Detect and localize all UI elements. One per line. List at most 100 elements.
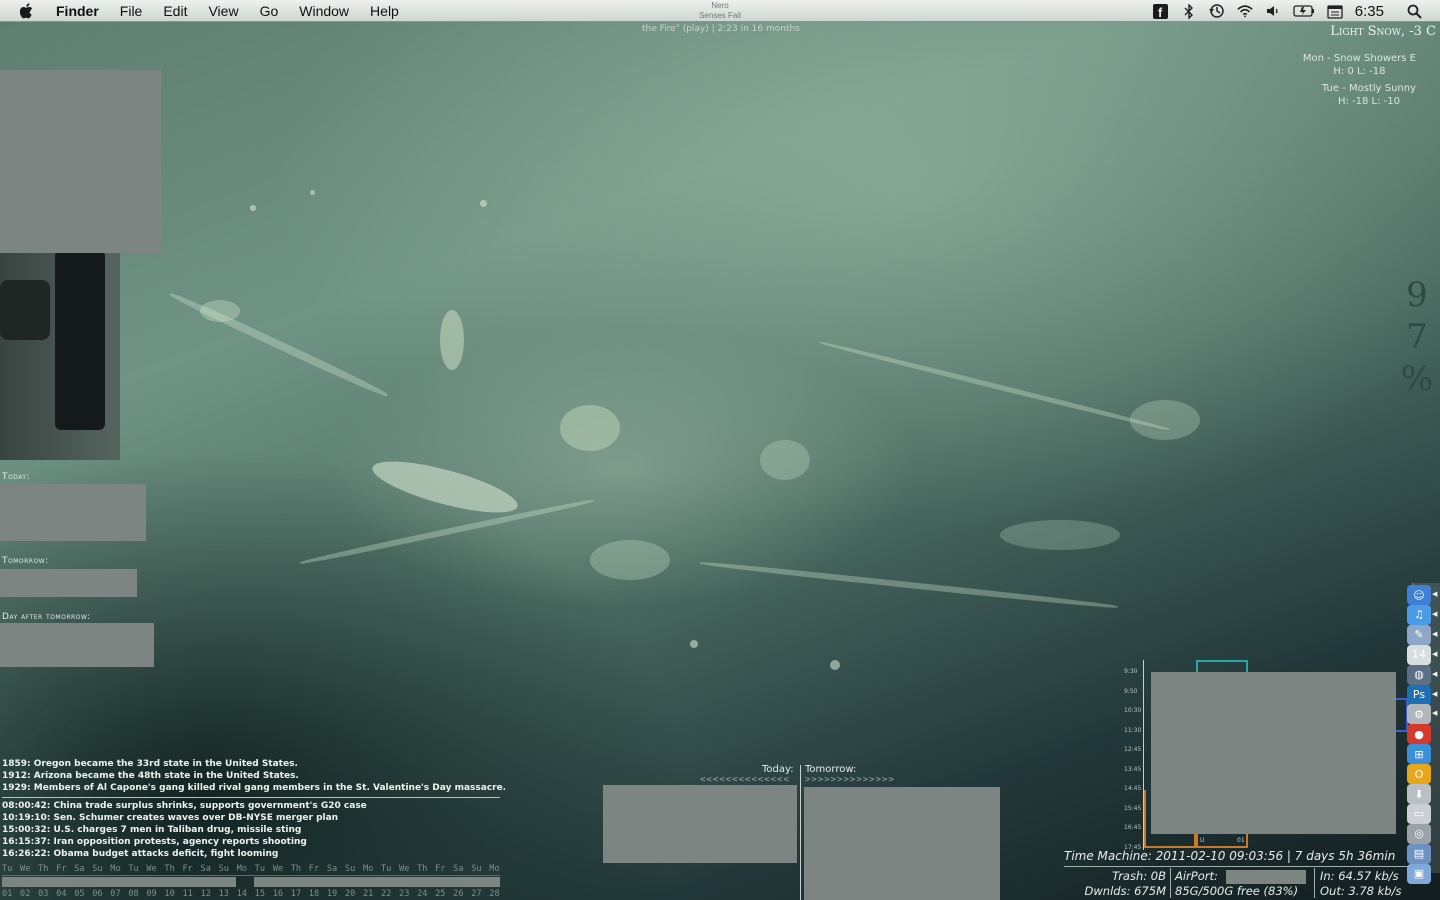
redacted-month-bar bbox=[2, 877, 236, 887]
menu-file[interactable]: File bbox=[120, 3, 143, 19]
day-cell[interactable]: 24 bbox=[417, 889, 427, 899]
news-line[interactable]: 10:19:10: Sen. Schumer creates waves ove… bbox=[2, 812, 500, 824]
photoshop-icon[interactable]: Ps bbox=[1407, 684, 1431, 705]
time-machine-status: Time Machine: 2011-02-10 09:03:56 | 7 da… bbox=[1064, 849, 1396, 863]
day-cell[interactable]: 23 bbox=[399, 889, 409, 899]
weekday-cell: Th bbox=[417, 864, 428, 874]
day-cell[interactable]: 07 bbox=[110, 889, 120, 899]
weekday-cell: Fr bbox=[56, 864, 67, 874]
day-cell[interactable]: 26 bbox=[453, 889, 463, 899]
news-line[interactable]: 16:15:37: Iran opposition protests, agen… bbox=[2, 836, 500, 848]
weekday-cell: We bbox=[146, 864, 157, 874]
day-cell[interactable]: 15 bbox=[255, 889, 265, 899]
bluetooth-icon[interactable] bbox=[1181, 3, 1197, 19]
weekday-cell: We bbox=[272, 864, 284, 874]
folder-icon[interactable]: ▣ bbox=[1407, 863, 1431, 884]
redacted-today-events bbox=[0, 484, 146, 541]
day-cell[interactable]: 09 bbox=[146, 889, 156, 899]
day-cell[interactable]: 05 bbox=[74, 889, 84, 899]
day-cell[interactable]: 28 bbox=[489, 889, 499, 899]
weekday-cell: Fr bbox=[308, 864, 320, 874]
humidity-readout: 9 7 % bbox=[1400, 274, 1434, 400]
airport-label: AirPort: bbox=[1175, 869, 1218, 883]
harddisk-icon[interactable]: ▭ bbox=[1407, 803, 1431, 824]
day-cell[interactable]: 27 bbox=[471, 889, 481, 899]
apple-menu-icon[interactable] bbox=[16, 0, 38, 22]
weekday-cell: We bbox=[20, 864, 31, 874]
desktop-icon[interactable]: ▤ bbox=[1407, 843, 1431, 864]
volume-icon[interactable] bbox=[1265, 3, 1281, 19]
menu-clock[interactable]: 6:35 bbox=[1355, 3, 1384, 20]
menu-edit[interactable]: Edit bbox=[163, 3, 187, 19]
menu-app-name[interactable]: Finder bbox=[56, 3, 99, 19]
history-line: 1929: Members of Al Capone's gang killed… bbox=[2, 783, 507, 793]
calendar-menu-icon[interactable] bbox=[1327, 3, 1343, 19]
dock-running-indicator: ◀ bbox=[1432, 590, 1438, 598]
ical-today-label: Today: bbox=[762, 764, 794, 775]
news-line[interactable]: 15:00:32: U.S. charges 7 men in Taliban … bbox=[2, 824, 500, 836]
day-cell[interactable]: 25 bbox=[435, 889, 445, 899]
day-cell[interactable]: 16 bbox=[273, 889, 283, 899]
month-strip-divider bbox=[2, 875, 500, 876]
time-machine-icon[interactable] bbox=[1208, 3, 1225, 19]
weekday-cell: Mo bbox=[236, 864, 247, 874]
day-cell[interactable]: 21 bbox=[363, 889, 373, 899]
settings-icon[interactable]: ◎ bbox=[1407, 823, 1431, 844]
weekday-cell: Tu bbox=[380, 864, 392, 874]
day-cell[interactable]: 02 bbox=[20, 889, 30, 899]
day-cell[interactable]: 20 bbox=[345, 889, 355, 899]
ical-tomorrow-arrows: >>>>>>>>>>>>>> bbox=[805, 775, 895, 785]
day-cell[interactable]: 14 bbox=[237, 889, 247, 899]
network-icon[interactable]: ◍ bbox=[1407, 664, 1431, 685]
day-cell[interactable]: 01 bbox=[2, 889, 12, 899]
stats-network: In: 64.57 kb/s Out: 3.78 kb/s bbox=[1320, 869, 1401, 899]
wifi-icon[interactable] bbox=[1237, 3, 1253, 19]
menu-go[interactable]: Go bbox=[260, 3, 279, 19]
weekday-cell: Su bbox=[218, 864, 229, 874]
dock-running-indicator: ◀ bbox=[1432, 629, 1438, 638]
opera-icon[interactable]: O bbox=[1407, 764, 1431, 785]
day-cell[interactable]: 04 bbox=[56, 889, 66, 899]
graph-label: U bbox=[1200, 837, 1205, 844]
finder-icon[interactable]: ☺ bbox=[1407, 585, 1431, 605]
news-line[interactable]: 08:00:42: China trade surplus shrinks, s… bbox=[2, 800, 500, 812]
facebook-icon[interactable]: f bbox=[1153, 3, 1169, 19]
calendar-icon[interactable]: 14 bbox=[1407, 644, 1431, 665]
day-cell[interactable]: 12 bbox=[201, 889, 211, 899]
day-cell[interactable]: 06 bbox=[92, 889, 102, 899]
menu-window[interactable]: Window bbox=[299, 3, 349, 19]
now-playing-artist: Senses Fail bbox=[699, 11, 741, 20]
weekday-cell: Sa bbox=[74, 864, 85, 874]
humidity-percent: % bbox=[1400, 359, 1434, 399]
day-cell[interactable]: 08 bbox=[128, 889, 138, 899]
preview-icon[interactable]: ✎ bbox=[1407, 624, 1431, 645]
dock-running-indicator: ◀ bbox=[1432, 649, 1438, 658]
downloads-icon[interactable]: ⬇ bbox=[1407, 784, 1431, 804]
network-in: In: 64.57 kb/s bbox=[1320, 869, 1399, 883]
day-cell[interactable]: 18 bbox=[309, 889, 319, 899]
day-cell[interactable]: 19 bbox=[327, 889, 337, 899]
spotlight-search-icon[interactable] bbox=[1406, 3, 1422, 19]
news-line[interactable]: 16:26:22: Obama budget attacks deficit, … bbox=[2, 848, 500, 860]
forecast-day-1: Mon - Snow Showers E H: 0 L: -18 bbox=[1303, 52, 1416, 78]
weekday-cell: Tu bbox=[2, 864, 13, 874]
redacted-month-bar-2 bbox=[254, 877, 500, 887]
day-cell[interactable]: 22 bbox=[381, 889, 391, 899]
windows-icon[interactable]: ⊞ bbox=[1407, 744, 1431, 765]
day-cell[interactable]: 10 bbox=[164, 889, 174, 899]
itunes-icon[interactable]: ♫ bbox=[1407, 604, 1431, 625]
day-cell[interactable]: 11 bbox=[182, 889, 192, 899]
system-prefs-icon[interactable]: ⚙ bbox=[1407, 704, 1431, 725]
menu-help[interactable]: Help bbox=[370, 3, 399, 19]
apple-icon[interactable]: ● bbox=[1407, 724, 1431, 745]
menu-view[interactable]: View bbox=[208, 3, 238, 19]
day-cell[interactable]: 17 bbox=[291, 889, 301, 899]
day-cell[interactable]: 03 bbox=[38, 889, 48, 899]
day-cell[interactable]: 13 bbox=[219, 889, 229, 899]
label-tomorrow: Tomorrow: bbox=[2, 556, 49, 566]
battery-icon[interactable] bbox=[1293, 3, 1315, 19]
track-info: the Fire" (play) | 2:23 in 16 months bbox=[642, 24, 800, 34]
weekday-cell: Su bbox=[471, 864, 482, 874]
now-playing[interactable]: Nero Senses Fail bbox=[645, 1, 795, 21]
history-news-panel: 1859: Oregon became the 33rd state in th… bbox=[2, 758, 507, 860]
